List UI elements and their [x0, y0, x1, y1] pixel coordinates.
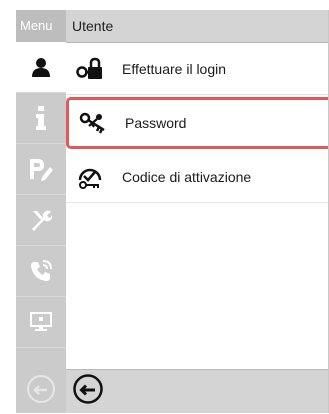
tools-icon — [29, 208, 53, 232]
page-title: Utente — [66, 10, 328, 43]
keys-icon — [73, 112, 113, 134]
info-icon — [35, 106, 47, 130]
user-icon — [30, 56, 52, 78]
settings-edit-icon — [28, 157, 54, 181]
list-item-login[interactable]: Effettuare il login — [66, 43, 328, 95]
list-item-label: Effettuare il login — [122, 60, 227, 77]
phone-icon — [29, 259, 53, 283]
sidebar: Menu — [16, 10, 66, 413]
sidebar-item-display[interactable] — [16, 297, 66, 348]
back-arrow-icon — [73, 374, 103, 404]
sidebar-back-button — [16, 369, 66, 413]
list-item-password[interactable]: Password — [66, 97, 328, 149]
sidebar-item-tools[interactable] — [16, 195, 66, 246]
sidebar-item-settings[interactable] — [16, 144, 66, 195]
list-item-label: Codice di attivazione — [122, 168, 252, 185]
app-frame: Menu Utente Effettuare il login Password… — [16, 10, 329, 413]
lock-key-icon — [70, 57, 110, 81]
back-arrow-icon — [26, 374, 56, 409]
sidebar-item-info[interactable] — [16, 93, 66, 144]
sidebar-item-service[interactable] — [16, 246, 66, 297]
main-panel: Utente Effettuare il login Password Codi… — [66, 10, 328, 413]
list-item-label: Password — [125, 115, 187, 131]
menu-title: Menu — [16, 10, 66, 42]
footer-bar — [66, 369, 328, 413]
list-item-activation-code[interactable]: Codice di attivazione — [66, 151, 328, 203]
back-button[interactable] — [72, 373, 104, 410]
monitor-icon — [30, 312, 52, 332]
sidebar-item-user[interactable] — [16, 42, 66, 93]
activation-code-icon — [70, 164, 110, 190]
